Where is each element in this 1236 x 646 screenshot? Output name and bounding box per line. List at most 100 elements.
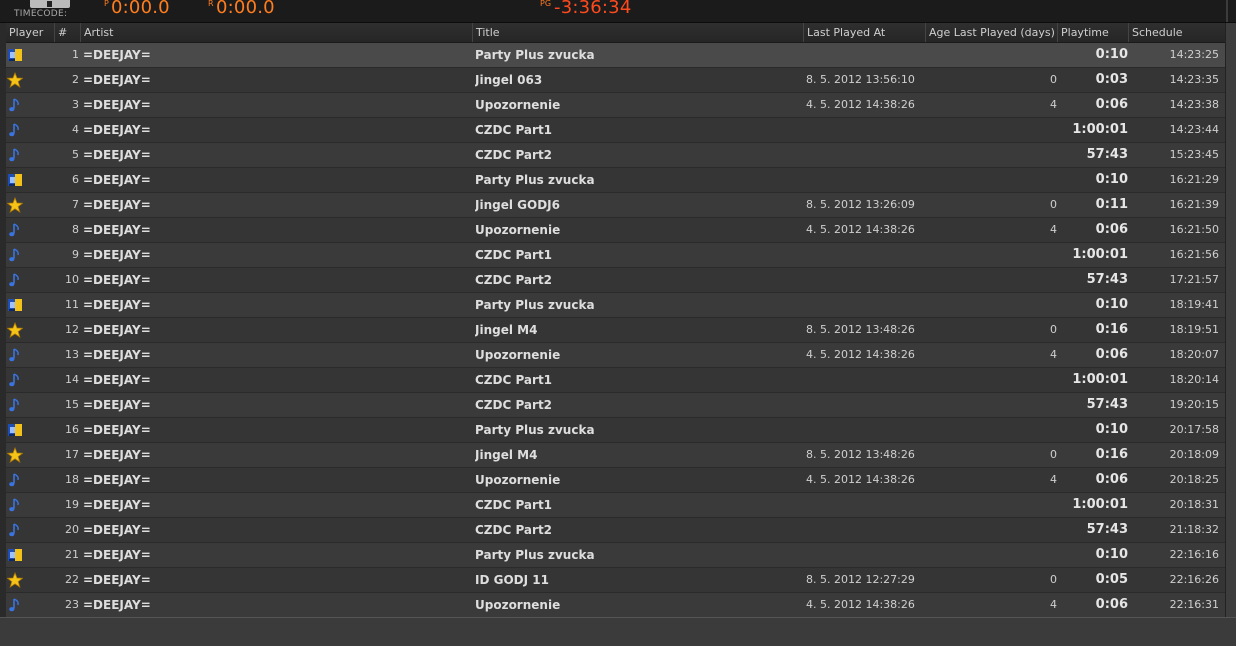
schedule-cell: 14:23:38 — [1169, 98, 1219, 111]
title-cell: Jingel M4 — [475, 448, 538, 462]
table-row[interactable]: 1 =DEEJAY= Party Plus zvucka 0:10 14:23:25 — [6, 43, 1225, 68]
age-cell — [928, 243, 1057, 267]
age-cell: 0 — [1050, 198, 1057, 211]
schedule-cell: 18:19:51 — [1169, 323, 1219, 336]
table-row[interactable]: 6 =DEEJAY= Party Plus zvucka 0:10 16:21:29 — [6, 168, 1225, 193]
column-header-last-played[interactable]: Last Played At — [803, 23, 927, 42]
table-row[interactable]: 5 =DEEJAY= CZDC Part2 57:43 15:23:45 — [6, 143, 1225, 168]
last-played-cell: 8. 5. 2012 12:27:29 — [806, 573, 915, 586]
artist-cell: =DEEJAY= — [83, 423, 151, 437]
table-row[interactable]: 9 =DEEJAY= CZDC Part1 1:00:01 16:21:56 — [6, 243, 1225, 268]
schedule-cell: 17:21:57 — [1169, 273, 1219, 286]
player-cell — [6, 568, 24, 592]
artist-cell: =DEEJAY= — [83, 573, 151, 587]
artist-cell: =DEEJAY= — [83, 73, 151, 87]
title-cell: Upozornenie — [475, 473, 561, 487]
column-header-title[interactable]: Title — [472, 23, 805, 42]
playlist-remaining-prefix: PG — [540, 0, 552, 8]
title-cell: Party Plus zvucka — [475, 298, 595, 312]
playtime-cell: 0:16 — [1095, 447, 1128, 462]
table-row[interactable]: 15 =DEEJAY= CZDC Part2 57:43 19:20:15 — [6, 393, 1225, 418]
table-row[interactable]: 16 =DEEJAY= Party Plus zvucka 0:10 20:17:58 — [6, 418, 1225, 443]
row-number: 9 — [72, 248, 79, 261]
age-cell: 0 — [1050, 573, 1057, 586]
table-row[interactable]: 20 =DEEJAY= CZDC Part2 57:43 21:18:32 — [6, 518, 1225, 543]
last-played-cell: 8. 5. 2012 13:56:10 — [806, 73, 915, 86]
column-header-schedule[interactable]: Schedule — [1128, 23, 1225, 42]
table-row[interactable]: 3 =DEEJAY= Upozornenie 4. 5. 2012 14:38:26 4… — [6, 93, 1225, 118]
last-played-cell — [806, 518, 926, 542]
table-row[interactable]: 22 =DEEJAY= ID GODJ 11 8. 5. 2012 12:27:29 0… — [6, 568, 1225, 593]
table-row[interactable]: 12 =DEEJAY= Jingel M4 8. 5. 2012 13:48:26 0 0… — [6, 318, 1225, 343]
player-cell — [6, 543, 24, 567]
artist-cell: =DEEJAY= — [83, 98, 151, 112]
table-row[interactable]: 4 =DEEJAY= CZDC Part1 1:00:01 14:23:44 — [6, 118, 1225, 143]
table-row[interactable]: 8 =DEEJAY= Upozornenie 4. 5. 2012 14:38:26 4… — [6, 218, 1225, 243]
table-row[interactable]: 23 =DEEJAY= Upozornenie 4. 5. 2012 14:38:26… — [6, 593, 1225, 618]
age-cell: 0 — [1050, 448, 1057, 461]
playtime-cell: 0:11 — [1095, 197, 1128, 212]
artist-cell: =DEEJAY= — [83, 448, 151, 462]
artist-cell: =DEEJAY= — [83, 348, 151, 362]
artist-cell: =DEEJAY= — [83, 523, 151, 537]
title-cell: Jingel GODJ6 — [475, 198, 560, 212]
table-row[interactable]: 17 =DEEJAY= Jingel M4 8. 5. 2012 13:48:26 0 0… — [6, 443, 1225, 468]
artist-cell: =DEEJAY= — [83, 248, 151, 262]
column-header-player[interactable]: Player — [6, 23, 54, 42]
last-played-cell — [806, 393, 926, 417]
column-header-age[interactable]: Age Last Played (days) — [925, 23, 1059, 42]
playtime-cell: 0:06 — [1095, 347, 1128, 362]
table-row[interactable]: 14 =DEEJAY= CZDC Part1 1:00:01 18:20:14 — [6, 368, 1225, 393]
column-header-number[interactable]: # — [54, 23, 81, 42]
column-header-playtime[interactable]: Playtime — [1057, 23, 1129, 42]
schedule-cell: 16:21:56 — [1169, 248, 1219, 261]
remaining-time: 0:00.0 — [216, 0, 275, 18]
player-cell — [6, 318, 24, 342]
table-row[interactable]: 18 =DEEJAY= Upozornenie 4. 5. 2012 14:38:26… — [6, 468, 1225, 493]
playtime-cell: 0:03 — [1095, 72, 1128, 87]
playlist-grid: Player # Artist Title Last Played At Age… — [6, 23, 1225, 618]
playtime-cell: 0:16 — [1095, 322, 1128, 337]
table-row[interactable]: 10 =DEEJAY= CZDC Part2 57:43 17:21:57 — [6, 268, 1225, 293]
last-played-cell: 4. 5. 2012 14:38:26 — [806, 473, 915, 486]
promo-icon — [7, 547, 23, 563]
elapsed-time: 0:00.0 — [111, 0, 170, 18]
title-cell: Jingel 063 — [475, 73, 543, 87]
title-cell: CZDC Part2 — [475, 398, 553, 412]
music-note-icon — [7, 247, 23, 263]
row-number: 8 — [72, 223, 79, 236]
table-row[interactable]: 11 =DEEJAY= Party Plus zvucka 0:10 18:19:41 — [6, 293, 1225, 318]
star-icon — [6, 71, 24, 88]
age-cell — [928, 368, 1057, 392]
playtime-cell: 57:43 — [1086, 522, 1128, 537]
player-cell — [6, 368, 24, 392]
column-header-artist[interactable]: Artist — [80, 23, 472, 42]
last-played-cell: 8. 5. 2012 13:48:26 — [806, 323, 915, 336]
row-number: 19 — [65, 498, 79, 511]
playtime-cell: 0:06 — [1095, 222, 1128, 237]
table-row[interactable]: 19 =DEEJAY= CZDC Part1 1:00:01 20:18:31 — [6, 493, 1225, 518]
promo-icon — [7, 422, 23, 438]
playtime-cell: 0:06 — [1095, 97, 1128, 112]
player-cell — [6, 193, 24, 217]
title-cell: Upozornenie — [475, 598, 561, 612]
player-cell — [6, 418, 24, 442]
table-row[interactable]: 2 =DEEJAY= Jingel 063 8. 5. 2012 13:56:10 0 0… — [6, 68, 1225, 93]
table-row[interactable]: 13 =DEEJAY= Upozornenie 4. 5. 2012 14:38:26… — [6, 343, 1225, 368]
player-cell — [6, 168, 24, 192]
row-number: 22 — [65, 573, 79, 586]
table-row[interactable]: 7 =DEEJAY= Jingel GODJ6 8. 5. 2012 13:26:09… — [6, 193, 1225, 218]
schedule-cell: 18:20:14 — [1169, 373, 1219, 386]
timecode-label: TIMECODE: — [14, 9, 68, 19]
row-number: 21 — [65, 548, 79, 561]
age-cell — [928, 493, 1057, 517]
table-row[interactable]: 21 =DEEJAY= Party Plus zvucka 0:10 22:16:16 — [6, 543, 1225, 568]
vertical-scrollbar[interactable] — [1225, 23, 1236, 617]
player-cell — [6, 268, 24, 292]
last-played-cell — [806, 143, 926, 167]
row-number: 15 — [65, 398, 79, 411]
age-cell — [928, 293, 1057, 317]
promo-icon — [7, 47, 23, 63]
timecode-toggle-button[interactable] — [30, 0, 70, 8]
schedule-cell: 14:23:44 — [1169, 123, 1219, 136]
